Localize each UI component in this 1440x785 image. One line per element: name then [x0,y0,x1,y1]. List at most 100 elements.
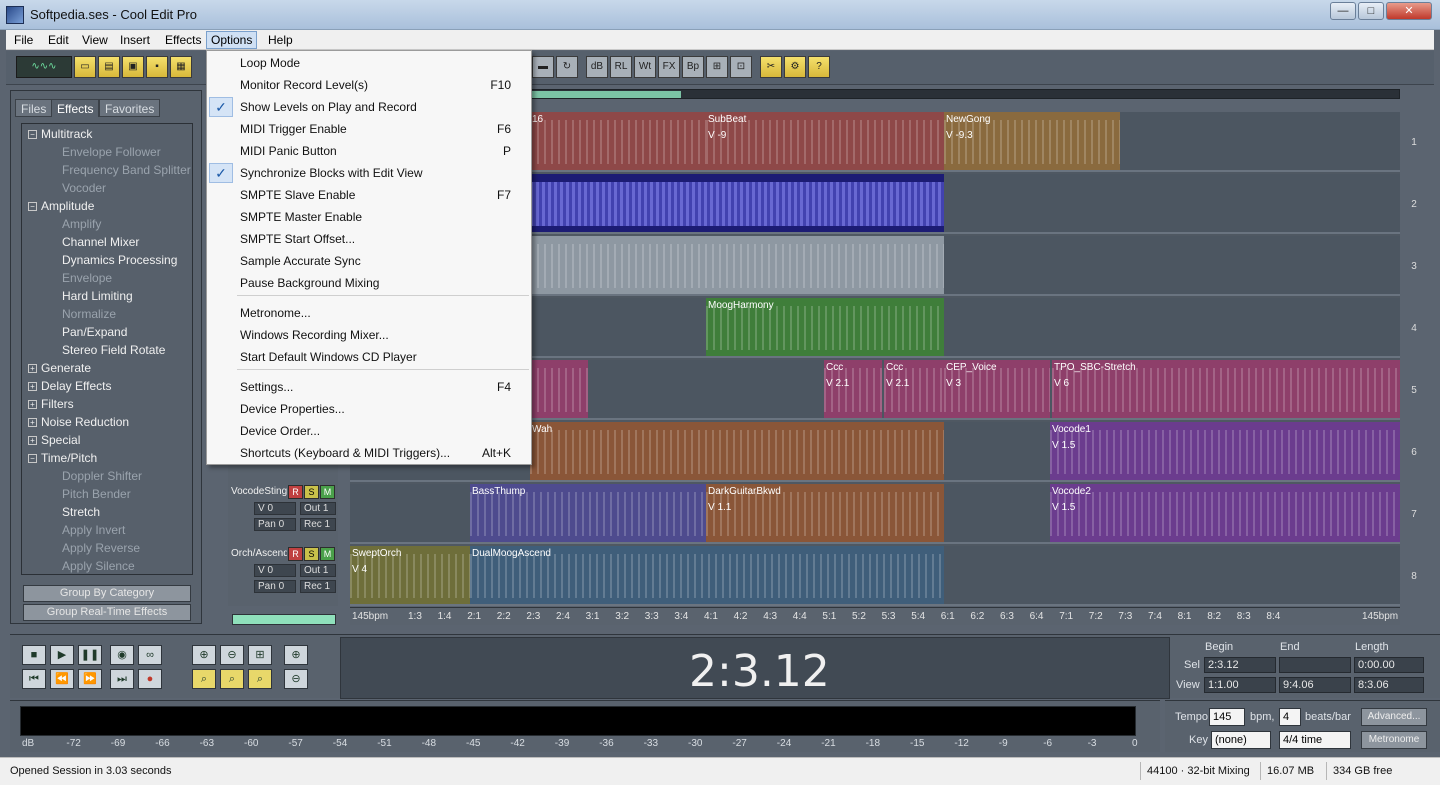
group-realtime-effects-button[interactable]: Group Real-Time Effects [23,604,191,621]
tree-item[interactable]: Stereo Field Rotate [62,343,165,357]
mix-icon[interactable]: ▬ [532,56,554,78]
clip[interactable]: DualMoogAscend [470,546,944,604]
track-8[interactable]: SweptOrch V 4 DualMoogAscend [350,546,1400,606]
db-icon[interactable]: dB [586,56,608,78]
tree-item[interactable]: Stretch [62,505,100,519]
options-menu-item[interactable]: MIDI Trigger Enable F6 [207,118,531,140]
zoom-in-icon[interactable]: ⊕ [192,645,216,665]
tempo-input[interactable]: 145 [1209,708,1245,726]
minimize-button[interactable]: — [1330,2,1356,20]
menu-insert[interactable]: Insert [116,32,154,48]
options-menu-item[interactable]: Shortcuts (Keyboard & MIDI Triggers)... A… [207,442,531,464]
open-session-icon[interactable]: ▣ [122,56,144,78]
settings-icon[interactable]: ⚙ [784,56,806,78]
tree-item[interactable]: Frequency Band Splitter [62,163,191,177]
clip[interactable]: NewGong V -9.3 [944,112,1120,170]
options-menu-item[interactable]: Start Default Windows CD Player [207,346,531,368]
record-arm-button[interactable]: R [288,547,303,561]
options-menu-item[interactable]: SMPTE Start Offset... [207,228,531,250]
track-name[interactable]: VocodeSting [231,486,287,497]
tree-item[interactable]: Vocoder [62,181,106,195]
clip[interactable]: CEP_Voice V 3 [944,360,1050,418]
fx-icon[interactable]: FX [658,56,680,78]
tree-item[interactable]: Apply Invert [62,523,125,537]
tree-item[interactable]: Envelope [62,271,112,285]
options-menu-item[interactable]: Metronome... [207,302,531,324]
zoom-out-vertical-icon[interactable]: ⊖ [284,669,308,689]
mute-button[interactable]: M [320,485,335,499]
zoom-full-icon[interactable]: ⊞ [248,645,272,665]
advanced-button[interactable]: Advanced... [1361,708,1427,726]
clip[interactable] [530,360,588,418]
time-ruler[interactable]: 145bpm 1:3 1:4 2:1 2:2 2:3 2:4 3:1 3:2 3:3 3:4 4:1 4… [350,607,1400,625]
group-by-category-button[interactable]: Group By Category [23,585,191,602]
sel-length-field[interactable]: 0:00.00 [1354,657,1424,673]
clip[interactable]: Wah [530,422,944,480]
record-input-field[interactable]: Rec 1 [300,580,336,593]
go-to-end-icon[interactable]: ⏭ [110,669,134,689]
menu-view[interactable]: View [78,32,112,48]
volume-field[interactable]: V 0 [254,502,296,515]
menu-help[interactable]: Help [264,32,297,48]
solo-button[interactable]: S [304,485,319,499]
track-name[interactable]: Orch/Ascend [231,548,287,559]
beats-input[interactable]: 4 [1279,708,1301,726]
zoom-right-icon[interactable]: ⌕ [248,669,272,689]
menu-file[interactable]: File [10,32,37,48]
clip[interactable]: Vocode2 V 1.5 [1050,484,1400,542]
tree-item[interactable]: Pitch Bender [62,487,131,501]
time-signature-select[interactable]: 4/4 time [1279,731,1351,749]
menu-options[interactable]: Options [206,31,258,49]
clip[interactable]: TPO_SBC-Stretch V 6 [1052,360,1400,418]
tree-item[interactable]: − Time/Pitch [28,451,97,465]
options-menu-item[interactable]: Loop Mode [207,52,531,74]
save-icon[interactable]: ▪ [146,56,168,78]
close-button[interactable]: ✕ [1386,2,1432,20]
view-begin-field[interactable]: 1:1.00 [1204,677,1276,693]
tab-files[interactable]: Files [15,99,53,117]
clip[interactable]: SubBeat V -9 [706,112,944,170]
clip[interactable] [530,236,944,294]
tab-favorites[interactable]: Favorites [99,99,161,117]
tab-effects[interactable]: Effects [51,99,100,117]
output-field[interactable]: Out 1 [300,564,336,577]
open-folder-icon[interactable]: ▤ [98,56,120,78]
tree-item[interactable]: Channel Mixer [62,235,139,249]
pan-field[interactable]: Pan 0 [254,580,296,593]
track-7[interactable]: BassThump DarkGuitarBkwd V 1.1 Vocode2 V 1… [350,484,1400,544]
options-menu-item[interactable]: Windows Recording Mixer... [207,324,531,346]
tree-item[interactable]: Pan/Expand [62,325,127,339]
overview-viewport[interactable] [531,91,681,98]
tree-item[interactable]: + Special [28,433,80,447]
menu-effects[interactable]: Effects [161,32,205,48]
clip[interactable]: Vocode1 V 1.5 [1050,422,1400,480]
clip[interactable]: Ccc V 2.1 [824,360,882,418]
expand-icon[interactable]: + [28,418,37,428]
tree-item[interactable]: + Delay Effects [28,379,111,393]
play-icon[interactable]: ▶ [50,645,74,665]
collapse-icon[interactable]: − [28,202,37,212]
metronome-button[interactable]: Metronome [1361,731,1427,749]
clip[interactable]: 16 [530,112,706,170]
expand-icon[interactable]: + [28,382,37,392]
options-menu-item[interactable]: SMPTE Slave Enable F7 [207,184,531,206]
record-arm-button[interactable]: R [288,485,303,499]
options-menu-item[interactable]: Sample Accurate Sync [207,250,531,272]
options-menu-item[interactable]: Device Order... [207,420,531,442]
tree-item[interactable]: + Generate [28,361,91,375]
sel-begin-field[interactable]: 2:3.12 [1204,657,1276,673]
zoom-selection-icon[interactable]: ⌕ [192,669,216,689]
help-icon[interactable]: ? [808,56,830,78]
record-icon[interactable]: ● [138,669,162,689]
waveform-view-button[interactable]: ∿∿∿ [16,56,72,78]
clip[interactable]: Ccc V 2.1 [884,360,944,418]
expand-icon[interactable]: + [28,364,37,374]
options-menu-item[interactable]: Pause Background Mixing [207,272,531,294]
track-selection-bar[interactable] [232,614,336,625]
volume-field[interactable]: V 0 [254,564,296,577]
expand-icon[interactable]: + [28,436,37,446]
zoom-in-vertical-icon[interactable]: ⊕ [284,645,308,665]
tree-item[interactable]: Amplify [62,217,101,231]
clip[interactable]: BassThump [470,484,706,542]
pan-field[interactable]: Pan 0 [254,518,296,531]
